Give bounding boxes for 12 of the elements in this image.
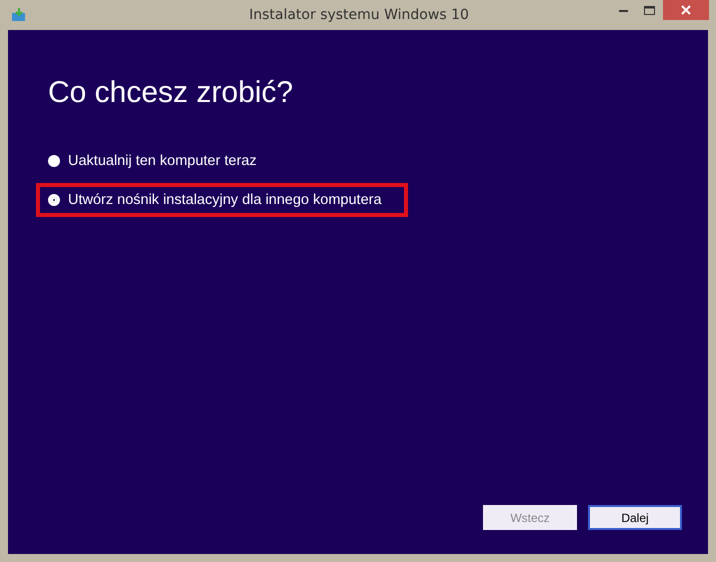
option-label[interactable]: Uaktualnij ten komputer teraz: [68, 153, 257, 169]
radio-button[interactable]: [48, 155, 60, 167]
window-title: Instalator systemu Windows 10: [248, 7, 469, 23]
page-heading: Co chcesz zrobić?: [48, 76, 294, 110]
close-button[interactable]: [662, 0, 709, 20]
radio-button[interactable]: [48, 194, 60, 206]
maximize-icon: [644, 6, 656, 14]
next-button[interactable]: Dalej: [588, 505, 682, 530]
minimize-icon: [619, 8, 628, 12]
installer-icon: [11, 8, 27, 22]
option-label[interactable]: Utwórz nośnik instalacyjny dla innego komputera: [68, 192, 382, 208]
close-icon: [680, 5, 691, 15]
